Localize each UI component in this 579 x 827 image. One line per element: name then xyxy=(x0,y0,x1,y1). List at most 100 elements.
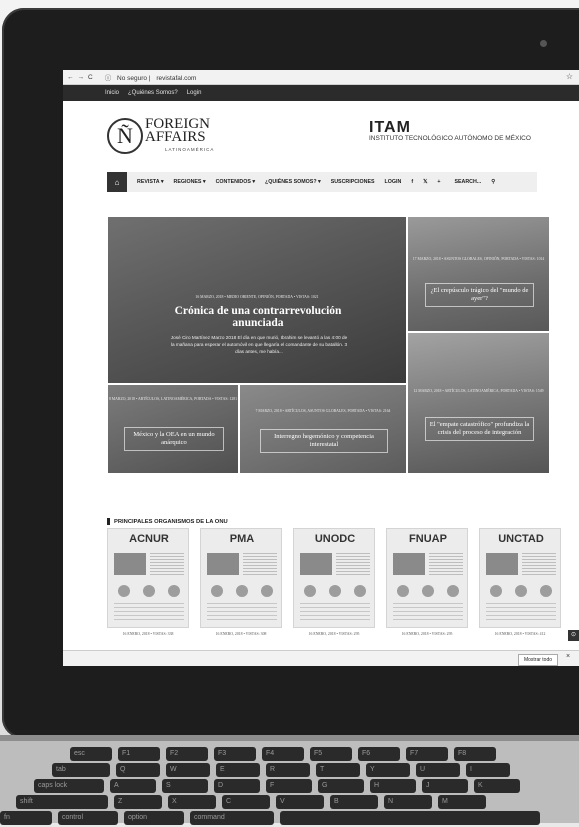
back-icon[interactable]: ← xyxy=(67,74,74,81)
card-pma[interactable]: PMA 16 ENERO, 2018 • VISTAS: 308 xyxy=(200,528,282,646)
card-stats xyxy=(300,603,370,621)
key[interactable]: F2 xyxy=(166,747,208,761)
search-input[interactable]: SEARCH... xyxy=(454,179,481,185)
card-stat-icon xyxy=(397,585,409,597)
home-icon[interactable]: ⌂ xyxy=(107,172,127,192)
card-unctad[interactable]: UNCTAD 16 ENERO, 2018 • VISTAS: 412 xyxy=(479,528,561,646)
nav-regiones[interactable]: REGIONES ▾ xyxy=(174,179,206,185)
nav-revista[interactable]: REVISTA ▾ xyxy=(137,179,164,185)
key[interactable]: X xyxy=(168,795,216,809)
key[interactable]: H xyxy=(370,779,416,793)
key[interactable]: caps lock xyxy=(34,779,104,793)
card-stat-icon xyxy=(515,585,527,597)
facebook-icon[interactable]: f xyxy=(411,179,413,185)
camera-icon xyxy=(540,40,547,47)
key[interactable]: W xyxy=(166,763,210,777)
laptop-screen: ← → C ⓘ No seguro | revistafal.com ☆ Ini… xyxy=(63,70,579,666)
card-brand: ACNUR xyxy=(129,533,169,545)
key[interactable]: C xyxy=(222,795,270,809)
key[interactable]: N xyxy=(384,795,432,809)
hero-grid: 16 MARZO, 2018 • MEDIO ORIENTE, OPINIÓN,… xyxy=(107,216,550,474)
hero-main-article[interactable]: 16 MARZO, 2018 • MEDIO ORIENTE, OPINIÓN,… xyxy=(107,216,407,384)
search-icon[interactable]: ⚲ xyxy=(491,179,495,185)
article-title[interactable]: Interregno hegemónico y competencia inte… xyxy=(259,429,389,453)
security-label: No seguro xyxy=(117,75,148,82)
key[interactable]: B xyxy=(330,795,378,809)
keyboard-row: esc F1 F2 F3 F4 F5 F6 F7 F8 xyxy=(70,747,496,763)
topbar-link-inicio[interactable]: Inicio xyxy=(105,90,119,96)
article-title[interactable]: ¿El crepúsculo trágico del "mundo de aye… xyxy=(424,283,535,307)
key[interactable]: F6 xyxy=(358,747,400,761)
key[interactable]: J xyxy=(422,779,468,793)
nav-quienes[interactable]: ¿QUIÉNES SOMOS? ▾ xyxy=(265,179,321,185)
reload-icon[interactable]: C xyxy=(88,74,93,81)
nav-contenidos[interactable]: CONTENIDOS ▾ xyxy=(216,179,255,185)
article-title[interactable]: México y la OEA en un mundo anárquico xyxy=(123,427,225,451)
itam-logo[interactable]: ITAM INSTITUTO TECNOLÓGICO AUTÓNOMO DE M… xyxy=(369,119,531,143)
key[interactable]: F4 xyxy=(262,747,304,761)
card-stat-icon xyxy=(261,585,273,597)
organism-cards: ACNUR 16 ENERO, 2018 • VISTAS: 338 PMA 1… xyxy=(107,528,579,648)
card-stat-icon xyxy=(540,585,552,597)
address-bar[interactable]: ⓘ No seguro | revistafal.com xyxy=(101,72,197,82)
article-meta: 17 MARZO, 2018 • ASUNTOS GLOBALES, OPINI… xyxy=(412,257,545,261)
itam-mark: ITAM xyxy=(369,119,411,136)
show-all-button[interactable]: Mostrar todo xyxy=(518,654,558,666)
twitter-icon[interactable]: 𝕏 xyxy=(423,179,427,185)
key[interactable]: T xyxy=(316,763,360,777)
card-acnur[interactable]: ACNUR 16 ENERO, 2018 • VISTAS: 338 xyxy=(107,528,189,646)
hero-article-right-bottom[interactable]: 12 MARZO, 2018 • ARTÍCULOS, LATINOAMÉRIC… xyxy=(407,332,550,474)
article-meta: 16 MARZO, 2018 • MEDIO ORIENTE, OPINIÓN,… xyxy=(195,295,319,299)
key[interactable]: S xyxy=(162,779,208,793)
topbar-link-quienes[interactable]: ¿Quiénes Somos? xyxy=(128,90,178,96)
topbar-link-login[interactable]: Login xyxy=(187,90,202,96)
forward-icon[interactable]: → xyxy=(78,74,85,81)
key[interactable]: F7 xyxy=(406,747,448,761)
hero-article-bottom-mid[interactable]: 7 MARZO, 2018 • ARTÍCULOS, ASUNTOS GLOBA… xyxy=(239,384,407,474)
key[interactable]: A xyxy=(110,779,156,793)
card-text-block xyxy=(243,553,277,575)
key[interactable]: Y xyxy=(366,763,410,777)
hero-article-bottom-left[interactable]: 8 MARZO, 2018 • ARTÍCULOS, LATINOAMÉRICA… xyxy=(107,384,239,474)
card-text-block xyxy=(522,553,556,575)
hero-article-right-top[interactable]: 17 MARZO, 2018 • ASUNTOS GLOBALES, OPINI… xyxy=(407,216,550,332)
key[interactable]: U xyxy=(416,763,460,777)
card-fnuap[interactable]: FNUAP 16 ENERO, 2018 • VISTAS: 295 xyxy=(386,528,468,646)
logo-emblem: Ñ xyxy=(107,118,143,154)
article-title[interactable]: Crónica de una contrarrevolución anuncia… xyxy=(148,305,368,329)
bookmark-star-icon[interactable]: ☆ xyxy=(566,72,573,81)
key[interactable]: F3 xyxy=(214,747,256,761)
key[interactable]: F8 xyxy=(454,747,496,761)
key[interactable]: F5 xyxy=(310,747,352,761)
key[interactable]: F xyxy=(266,779,312,793)
key[interactable]: R xyxy=(266,763,310,777)
nav-login[interactable]: LOGIN xyxy=(385,179,402,185)
key[interactable]: D xyxy=(214,779,260,793)
keyboard-row: caps lock A S D F G H J K xyxy=(34,779,520,795)
card-photo xyxy=(486,553,518,575)
close-icon[interactable]: × xyxy=(566,653,570,660)
key[interactable]: esc xyxy=(70,747,112,761)
key[interactable]: F1 xyxy=(118,747,160,761)
scroll-top-button[interactable]: ⊙ xyxy=(568,630,579,641)
key[interactable]: G xyxy=(318,779,364,793)
key[interactable]: M xyxy=(438,795,486,809)
card-brand: FNUAP xyxy=(409,533,447,545)
key[interactable]: K xyxy=(474,779,520,793)
plus-icon[interactable]: + xyxy=(437,179,440,185)
key[interactable]: shift xyxy=(16,795,108,809)
key[interactable]: I xyxy=(466,763,510,777)
card-text-block xyxy=(150,553,184,575)
keyboard-row: tab Q W E R T Y U I xyxy=(52,763,510,779)
key[interactable]: Q xyxy=(116,763,160,777)
key[interactable]: tab xyxy=(52,763,110,777)
key[interactable]: V xyxy=(276,795,324,809)
article-title[interactable]: El "empate catastrófico" profundiza la c… xyxy=(424,417,535,441)
card-stat-icon xyxy=(490,585,502,597)
card-unodc[interactable]: UNODC 16 ENERO, 2018 • VISTAS: 295 xyxy=(293,528,375,646)
nav-suscripciones[interactable]: SUSCRIPCIONES xyxy=(331,179,375,185)
section-title: PRINCIPALES ORGANISMOS DE LA ONU xyxy=(107,518,228,525)
foreign-affairs-logo[interactable]: Ñ FOREIGN AFFAIRS LATINOAMÉRICA xyxy=(107,116,227,160)
key[interactable]: E xyxy=(216,763,260,777)
key[interactable]: Z xyxy=(114,795,162,809)
